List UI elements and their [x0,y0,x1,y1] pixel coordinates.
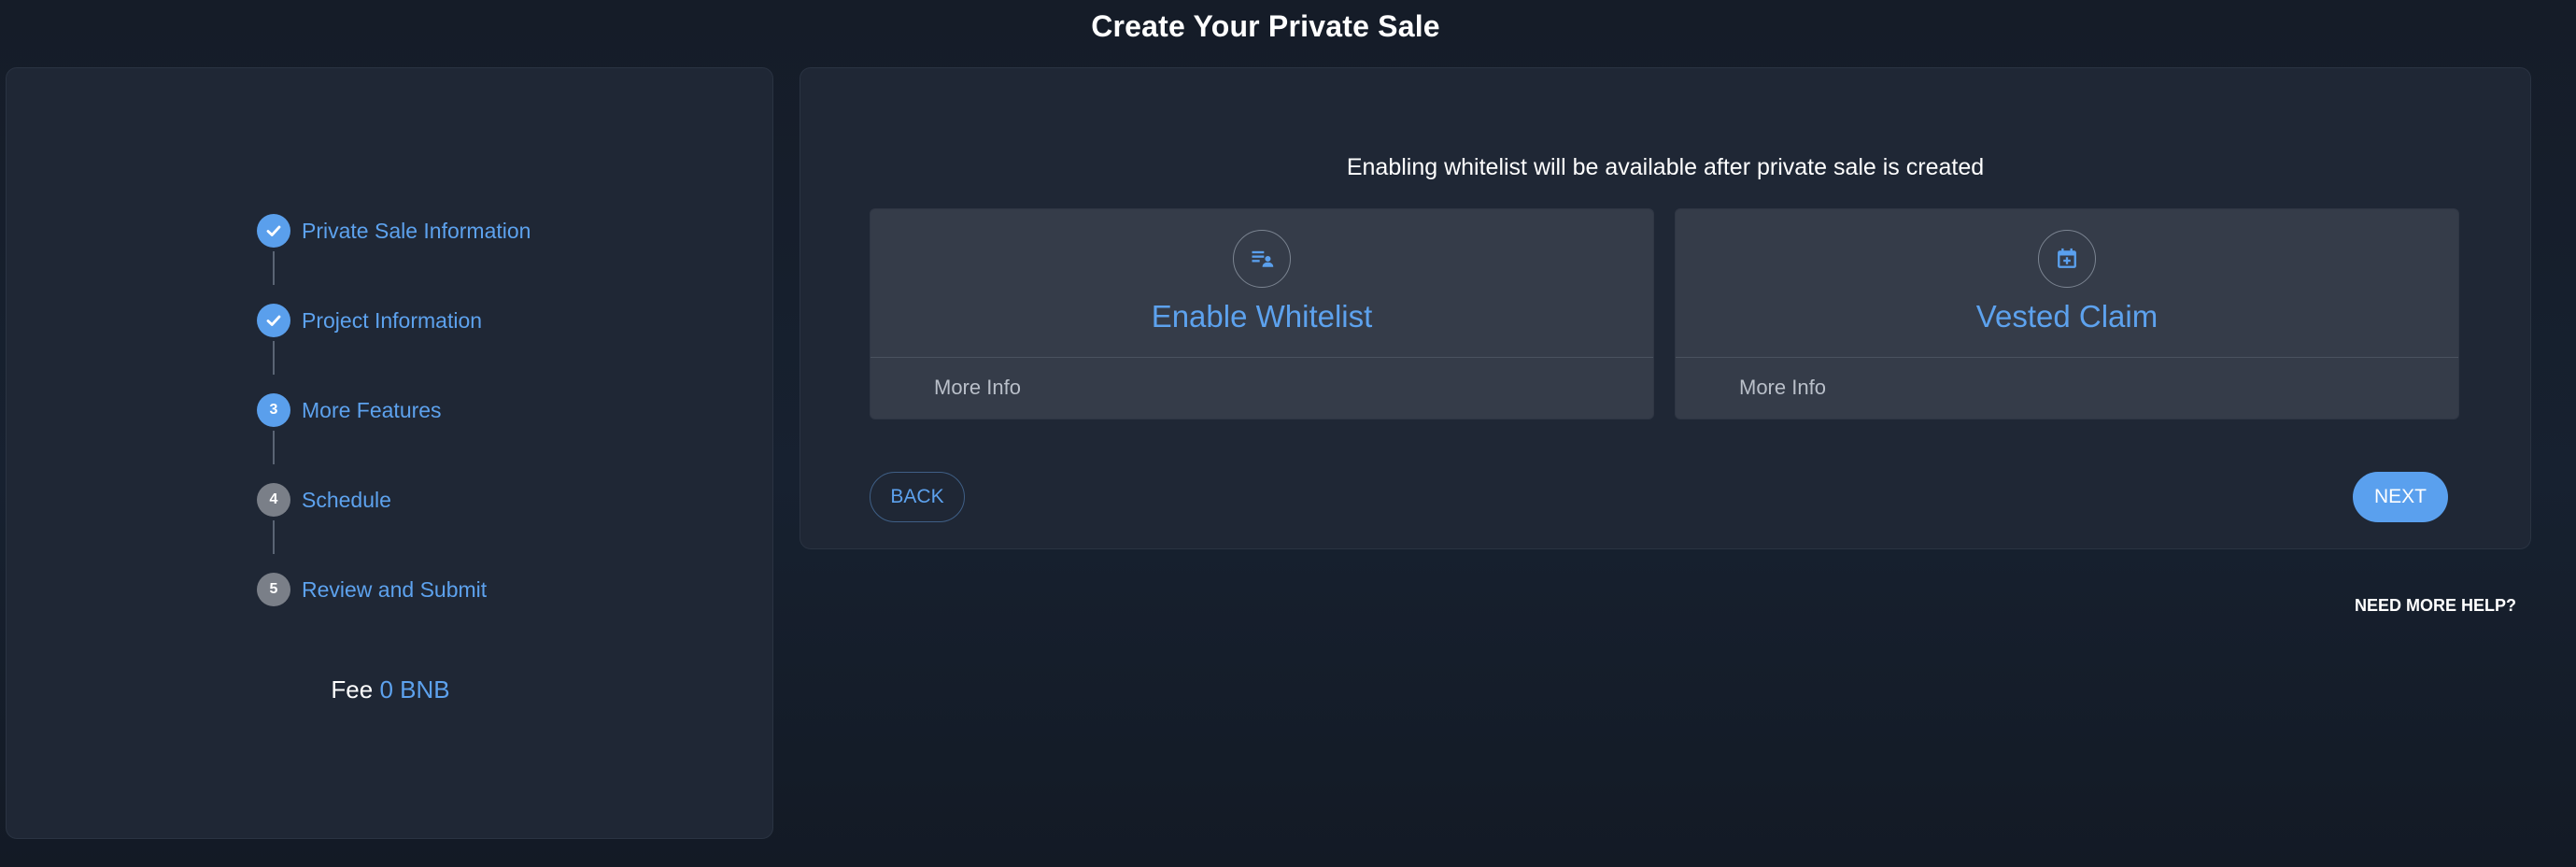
next-button[interactable]: NEXT [2353,472,2448,522]
features-panel: Enabling whitelist will be available aft… [800,67,2531,549]
step-label: Project Information [302,307,483,333]
step-label: Private Sale Information [302,218,531,243]
divider [870,357,1653,358]
step-number: 4 [257,483,290,517]
user-list-icon [1233,230,1291,288]
step-private-sale-information[interactable]: Private Sale Information [257,214,531,248]
fee-value: 0 BNB [379,675,450,704]
step-project-information[interactable]: Project Information [257,304,482,337]
step-number: 5 [257,573,290,606]
step-connector [273,431,275,464]
vested-claim-card[interactable]: Vested Claim More Info [1675,208,2459,419]
page-title: Create Your Private Sale [1091,9,1440,43]
step-label: Review and Submit [302,576,488,602]
step-connector [273,520,275,554]
divider [1676,357,2458,358]
step-label: Schedule [302,487,391,512]
back-button[interactable]: BACK [870,472,965,522]
step-label: More Features [302,397,442,422]
step-number: 3 [257,393,290,427]
card-title: Enable Whitelist [1151,299,1373,334]
step-review-and-submit[interactable]: 5 Review and Submit [257,573,487,606]
check-icon [257,214,290,248]
step-more-features[interactable]: 3 More Features [257,393,442,427]
check-icon [257,304,290,337]
calendar-add-icon [2038,230,2096,288]
fee-summary: Fee 0 BNB [7,675,774,704]
more-info-link[interactable]: More Info [934,376,1021,400]
card-title: Vested Claim [1975,299,2158,334]
step-connector [273,251,275,285]
step-connector [273,341,275,375]
more-info-link[interactable]: More Info [1739,376,1826,400]
need-more-help-link[interactable]: NEED MORE HELP? [2298,596,2516,616]
steps-sidebar: Private Sale Information Project Informa… [6,67,773,839]
step-schedule[interactable]: 4 Schedule [257,483,391,517]
fee-label: Fee [331,675,374,704]
whitelist-notice: Enabling whitelist will be available aft… [1346,154,1985,180]
enable-whitelist-card[interactable]: Enable Whitelist More Info [870,208,1654,419]
